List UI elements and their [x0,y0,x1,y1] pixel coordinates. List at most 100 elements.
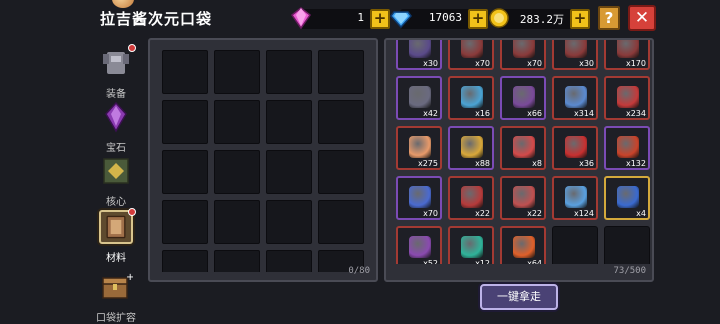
materials-count: 73/500 [613,266,646,276]
pink-gem-icon [290,7,312,30]
item-quantity: x22 [475,209,490,218]
sidebar-item-expand-pocket[interactable]: + 口袋扩容 [92,270,140,324]
help-button[interactable]: ? [598,6,620,30]
empty-slot[interactable] [162,200,208,244]
empty-slot[interactable] [214,150,260,194]
empty-slot[interactable] [214,250,260,272]
partial-item-icon [461,40,483,58]
empty-slot[interactable] [214,200,260,244]
sidebar-item-materials[interactable]: 材料 [92,208,140,264]
material-slot[interactable]: x64 [500,226,546,264]
material-slot[interactable]: x22 [500,176,546,220]
partial-item-icon [513,40,535,58]
material-slot[interactable]: x52 [396,226,442,264]
page-title: 拉吉酱次元口袋 [100,10,213,28]
item-quantity: x314 [573,109,594,118]
spider-core-icon [409,236,431,258]
empty-slot[interactable] [162,150,208,194]
item-quantity: x36 [579,159,594,168]
diamond-value: 17063 [428,11,462,24]
notification-dot [128,208,136,216]
material-slot[interactable]: x36 [552,126,598,170]
item-quantity: x275 [417,159,438,168]
materials-grid: x30 x70 x70 x30 x170 x42 x16 x66 x314 x234 x275 x88… [396,40,650,264]
empty-slot[interactable] [266,50,312,94]
item-quantity: x16 [475,109,490,118]
item-quantity: x12 [475,259,490,264]
empty-slot[interactable] [266,250,312,272]
energy-core-icon [565,186,587,208]
svg-text:+: + [126,272,133,283]
storage-grid [162,50,364,272]
item-quantity: x52 [423,259,438,264]
red-blade-icon [513,136,535,158]
empty-slot[interactable] [318,50,364,94]
empty-slot[interactable] [552,226,598,264]
material-slot[interactable]: x124 [552,176,598,220]
red-disc-icon [617,136,639,158]
material-slot[interactable]: x275 [396,126,442,170]
empty-slot[interactable] [214,50,260,94]
material-slot[interactable]: x30 [552,40,598,70]
empty-slot[interactable] [318,150,364,194]
close-button[interactable]: ✕ [628,5,656,31]
gold-cube-icon [461,136,483,158]
item-quantity: x30 [579,59,594,68]
sidebar-item-core[interactable]: 核心 [92,154,140,208]
material-slot[interactable]: x234 [604,76,650,120]
material-slot[interactable]: x30 [396,40,442,70]
sidebar-item-equipment[interactable]: 装备 [92,44,140,100]
blue-shield-icon [409,186,431,208]
partial-item-icon [565,40,587,58]
sidebar-label: 装备 [106,89,126,100]
pumpkin-icon [513,236,535,258]
diamond-counter: 17063 + [390,9,488,29]
materials-panel: x30 x70 x70 x30 x170 x42 x16 x66 x314 x234 x275 x88… [384,38,654,282]
material-slot[interactable]: x8 [500,126,546,170]
storage-count: 0/80 [348,266,370,276]
sidebar-item-gems[interactable]: 宝石 [92,100,140,154]
empty-slot[interactable] [162,50,208,94]
item-quantity: x132 [625,159,646,168]
crystal-icon [105,101,127,133]
empty-slot[interactable] [318,200,364,244]
add-diamonds-button[interactable]: + [468,9,488,29]
sidebar-label: 材料 [106,253,126,264]
empty-slot[interactable] [604,226,650,264]
core-icon [103,158,129,184]
material-slot[interactable]: x66 [500,76,546,120]
sidebar-label: 宝石 [106,143,126,154]
item-quantity: x234 [625,109,646,118]
empty-slot[interactable] [162,250,208,272]
sidebar-label: 口袋扩容 [96,313,136,324]
coin-value: 283.2万 [519,13,564,26]
material-slot[interactable]: x132 [604,126,650,170]
material-slot[interactable]: x70 [396,176,442,220]
empty-slot[interactable] [318,100,364,144]
empty-slot[interactable] [214,100,260,144]
material-slot[interactable]: x314 [552,76,598,120]
material-slot[interactable]: x22 [448,176,494,220]
material-slot[interactable]: x4 [604,176,650,220]
empty-slot[interactable] [266,200,312,244]
material-slot[interactable]: x170 [604,40,650,70]
material-slot[interactable]: x88 [448,126,494,170]
metal-part-icon [513,186,535,208]
empty-slot[interactable] [266,150,312,194]
empty-slot[interactable] [162,100,208,144]
character-head-icon [112,0,134,8]
material-slot[interactable]: x70 [500,40,546,70]
material-slot[interactable]: x12 [448,226,494,264]
cloth-bundle-icon [461,236,483,258]
material-slot[interactable]: x16 [448,76,494,120]
coin-counter: 283.2万 + [489,8,590,29]
blue-potion-icon [617,186,639,208]
empty-slot[interactable] [266,100,312,144]
add-gems-button[interactable]: + [370,9,390,29]
take-all-button[interactable]: 一键拿走 [480,284,558,310]
item-quantity: x30 [423,59,438,68]
add-coins-button[interactable]: + [570,9,590,29]
material-slot[interactable]: x70 [448,40,494,70]
armor-icon [103,52,129,74]
material-slot[interactable]: x42 [396,76,442,120]
